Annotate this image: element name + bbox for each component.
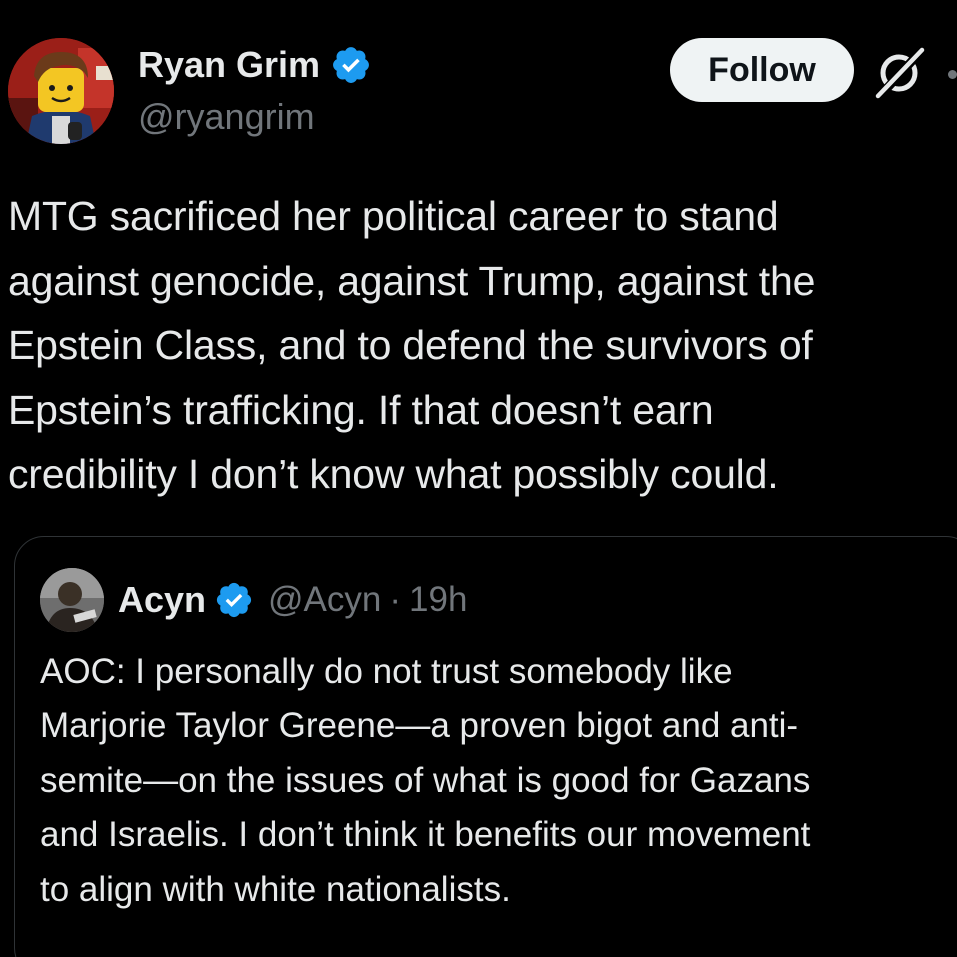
quote-verified-badge-icon bbox=[216, 582, 252, 618]
quote-timestamp[interactable]: 19h bbox=[409, 580, 467, 620]
tweet: Ryan Grim @ryangrim Follow MTG sacrifice… bbox=[0, 0, 957, 957]
quote-header: Acyn @Acyn · 19h bbox=[118, 576, 467, 624]
verified-badge-icon bbox=[333, 47, 369, 83]
tweet-text: MTG sacrificed her political career to s… bbox=[8, 193, 816, 497]
more-options-icon[interactable] bbox=[948, 70, 957, 79]
quote-avatar-image bbox=[40, 568, 104, 632]
lego-figure-avatar-image bbox=[8, 38, 114, 144]
author-avatar[interactable] bbox=[8, 38, 114, 144]
follow-button[interactable]: Follow bbox=[670, 38, 854, 102]
grok-icon[interactable] bbox=[872, 44, 928, 100]
quote-separator: · bbox=[389, 580, 402, 619]
quote-author-avatar[interactable] bbox=[40, 568, 104, 632]
author-name[interactable]: Ryan Grim bbox=[138, 40, 372, 90]
quote-text: AOC: I personally do not trust somebody … bbox=[40, 652, 811, 909]
quote-author-name[interactable]: Acyn bbox=[118, 579, 206, 621]
author-name-text[interactable]: Ryan Grim bbox=[138, 40, 320, 90]
quote-author-handle[interactable]: @Acyn bbox=[268, 580, 381, 620]
author-handle[interactable]: @ryangrim bbox=[138, 94, 315, 140]
